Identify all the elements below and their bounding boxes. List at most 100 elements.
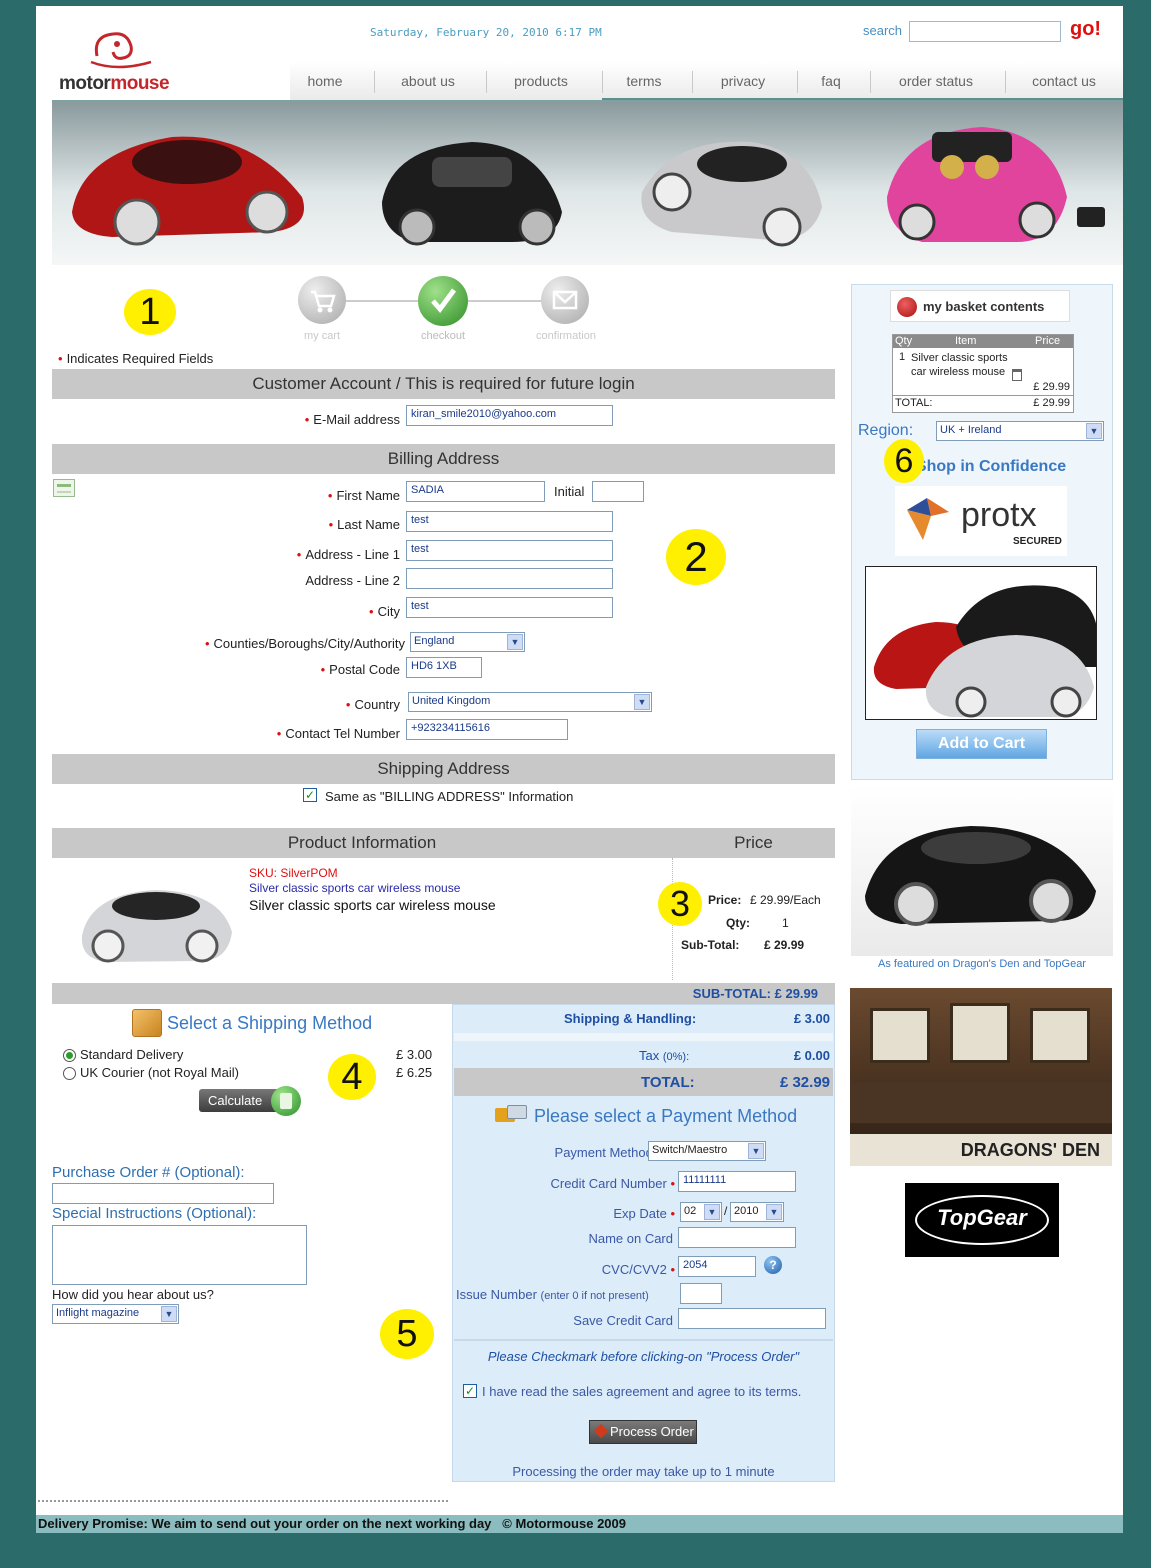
save-credit-card-field[interactable]	[678, 1308, 826, 1329]
county-select[interactable]: England ▼	[410, 632, 525, 652]
initial-field[interactable]	[592, 481, 644, 502]
standard-delivery-label: Standard Delivery	[80, 1047, 184, 1062]
product-link[interactable]: Silver classic sports car wireless mouse	[249, 881, 460, 895]
logo[interactable]: motormouse	[59, 26, 189, 98]
nav-about-us[interactable]: about us	[391, 73, 465, 89]
shipping-address-header: Shipping Address	[52, 754, 835, 784]
exp-year-select[interactable]: 2010 ▼	[730, 1202, 784, 1222]
exp-month-select[interactable]: 02 ▼	[680, 1202, 722, 1222]
tax-percent: (0%):	[662, 1051, 690, 1063]
credit-card-number-label-text: Credit Card Number	[550, 1176, 667, 1191]
issue-number-field[interactable]	[680, 1283, 722, 1304]
go-button[interactable]: go!	[1070, 18, 1101, 41]
nav-privacy[interactable]: privacy	[713, 73, 773, 89]
contact-tel-field[interactable]: +923234115616	[406, 719, 568, 740]
nav-order-status[interactable]: order status	[891, 73, 981, 89]
nav-faq[interactable]: faq	[814, 73, 848, 89]
basket-col-price: Price	[1035, 335, 1061, 347]
page: motormouse Saturday, February 20, 2010 6…	[36, 6, 1123, 1533]
special-instructions-label: Special Instructions (Optional):	[52, 1205, 257, 1222]
totals-divider	[454, 1033, 833, 1041]
agree-checkbox[interactable]: ✓	[463, 1384, 477, 1398]
country-select[interactable]: United Kingdom ▼	[408, 692, 652, 712]
postal-code-label-text: Postal Code	[329, 662, 400, 677]
header-datetime: Saturday, February 20, 2010 6:17 PM	[370, 26, 602, 39]
special-instructions-field[interactable]	[52, 1225, 307, 1285]
first-name-field[interactable]: SADIA	[406, 481, 545, 502]
purchase-order-field[interactable]	[52, 1183, 274, 1204]
cvc-field[interactable]: 2054	[678, 1256, 756, 1277]
purchase-order-label: Purchase Order # (Optional):	[52, 1164, 245, 1181]
issue-number-hint: (enter 0 if not present)	[540, 1290, 649, 1302]
last-name-label-text: Last Name	[337, 517, 400, 532]
chevron-down-icon: ▼	[704, 1204, 720, 1220]
nav-contact-us[interactable]: contact us	[1026, 73, 1102, 89]
chevron-down-icon: ▼	[748, 1143, 764, 1159]
hear-about-select[interactable]: Inflight magazine ▼	[52, 1304, 179, 1324]
nav-divider	[870, 71, 871, 93]
featured-car-image	[851, 786, 1113, 956]
pink-car-icon	[887, 127, 1105, 242]
trash-icon[interactable]	[1012, 369, 1022, 381]
postal-code-field[interactable]: HD6 1XB	[406, 657, 482, 678]
billing-address-header: Billing Address	[52, 444, 835, 474]
total-value: £ 32.99	[779, 1074, 830, 1091]
last-name-field[interactable]: test	[406, 511, 613, 532]
basket-divider	[893, 395, 1073, 396]
chevron-down-icon: ▼	[507, 634, 523, 650]
email-label-text: E-Mail address	[313, 412, 400, 427]
product-sku: SKU: SilverPOM	[249, 866, 338, 880]
silver-car-mouse-icon	[81, 890, 232, 963]
issue-number-label-text: Issue Number	[456, 1287, 537, 1302]
subtotal-text: SUB-TOTAL: £ 29.99	[692, 986, 818, 1001]
chevron-down-icon: ▼	[634, 694, 650, 710]
add-to-cart-button[interactable]: Add to Cart	[916, 729, 1047, 759]
standard-delivery-radio[interactable]	[63, 1049, 76, 1062]
badge-4: 4	[328, 1054, 376, 1100]
processing-note: Processing the order may take up to 1 mi…	[512, 1464, 775, 1479]
topgear-logo[interactable]: TopGear	[905, 1183, 1059, 1257]
email-field[interactable]: kiran_smile2010@yahoo.com	[406, 405, 613, 426]
nav-products[interactable]: products	[506, 73, 576, 89]
dragons-den-image[interactable]: DRAGONS' DEN	[850, 988, 1112, 1166]
mouse-logo-icon	[90, 32, 152, 69]
region-select[interactable]: UK + Ireland ▼	[936, 421, 1104, 441]
name-on-card-field[interactable]	[678, 1227, 796, 1248]
shipping-handling-label: Shipping & Handling:	[564, 1011, 697, 1026]
search-input[interactable]	[909, 21, 1061, 42]
hero-banner	[52, 102, 1123, 265]
black-car-mouse-icon	[865, 826, 1096, 926]
calculate-button[interactable]: Calculate	[199, 1086, 307, 1116]
badge-3: 3	[658, 882, 702, 926]
payment-method-select[interactable]: Switch/Maestro ▼	[648, 1141, 766, 1161]
agree-label: I have read the sales agreement and agre…	[482, 1384, 802, 1399]
payment-method-title: Please select a Payment Method	[534, 1106, 798, 1126]
product-name: Silver classic sports car wireless mouse	[249, 897, 496, 913]
credit-card-icon	[495, 1105, 529, 1125]
exp-separator: /	[724, 1204, 728, 1218]
exp-date-label-text: Exp Date	[613, 1206, 667, 1221]
sidebar-product-image[interactable]	[865, 566, 1097, 720]
window-left	[870, 1008, 930, 1063]
cvc-help-icon[interactable]: ?	[764, 1256, 782, 1274]
credit-card-number-field[interactable]: 11111111	[678, 1171, 796, 1192]
region-value: UK + Ireland	[940, 424, 1002, 436]
car-mouse-images	[72, 127, 1105, 247]
confirmation-step-icon	[541, 276, 589, 324]
nav-terms[interactable]: terms	[618, 73, 670, 89]
city-label: • City	[369, 604, 400, 619]
nav-home[interactable]: home	[295, 73, 355, 89]
brand-mouse: mouse	[110, 73, 170, 94]
nav-divider	[374, 71, 375, 93]
shop-confidence: Shop in Confidence	[915, 458, 1067, 475]
process-order-button[interactable]: Process Order	[589, 1420, 697, 1444]
basket-total-value: £ 29.99	[1033, 397, 1070, 409]
product-image[interactable]	[70, 866, 240, 976]
price-header: Price	[734, 833, 773, 852]
same-as-billing-checkbox[interactable]: ✓	[303, 788, 317, 802]
uk-courier-radio[interactable]	[63, 1067, 76, 1080]
address-line1-field[interactable]: test	[406, 540, 613, 561]
nav-divider	[486, 71, 487, 93]
city-field[interactable]: test	[406, 597, 613, 618]
address-line2-field[interactable]	[406, 568, 613, 589]
